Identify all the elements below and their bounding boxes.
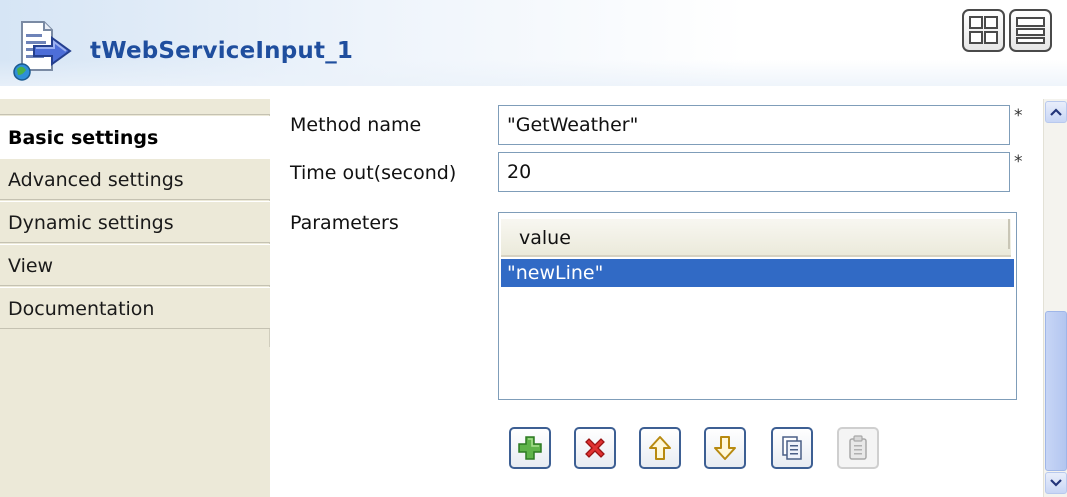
tab-advanced-settings[interactable]: Advanced settings — [0, 158, 270, 200]
move-up-button[interactable] — [639, 427, 681, 469]
web-service-input-icon — [13, 21, 72, 81]
tab-panel-top — [0, 99, 270, 115]
add-button[interactable] — [509, 427, 551, 469]
tab-view[interactable]: View — [0, 244, 270, 286]
copy-button[interactable] — [771, 427, 813, 469]
tab-panel-empty-area — [0, 347, 270, 497]
parameters-label: Parameters — [290, 212, 399, 234]
timeout-label: Time out(second) — [290, 162, 457, 184]
tab-dynamic-settings[interactable]: Dynamic settings — [0, 201, 270, 243]
tab-basic-settings[interactable]: Basic settings — [0, 116, 270, 158]
move-down-button[interactable] — [704, 427, 746, 469]
table-header-value[interactable]: value — [501, 219, 1011, 257]
tab-documentation[interactable]: Documentation — [0, 287, 270, 329]
list-layout-button[interactable] — [1009, 9, 1052, 52]
scroll-down-button[interactable] — [1045, 472, 1067, 494]
component-title: tWebServiceInput_1 — [90, 38, 354, 64]
copy-icon — [782, 436, 802, 460]
method-name-field[interactable]: "GetWeather" — [498, 105, 1010, 145]
component-header: tWebServiceInput_1 — [0, 0, 1067, 86]
table-row[interactable]: "newLine" — [501, 259, 1014, 287]
scrollbar-thumb[interactable] — [1045, 311, 1067, 471]
method-name-required-marker: * — [1014, 106, 1023, 126]
settings-tab-panel: Basic settings Advanced settings Dynamic… — [0, 99, 270, 497]
move-down-icon — [714, 436, 736, 460]
grid-layout-icon — [969, 16, 998, 44]
parameters-table[interactable]: value "newLine" — [498, 212, 1017, 400]
list-layout-icon — [1016, 17, 1045, 44]
paste-button[interactable] — [837, 427, 879, 469]
column-separator[interactable] — [1008, 219, 1010, 249]
timeout-required-marker: * — [1014, 152, 1023, 172]
vertical-scrollbar[interactable] — [1043, 99, 1067, 497]
delete-icon — [585, 438, 605, 458]
grid-layout-button[interactable] — [962, 9, 1005, 52]
move-up-icon — [649, 436, 671, 460]
add-icon — [518, 436, 542, 460]
timeout-field[interactable]: 20 — [498, 152, 1010, 192]
method-name-label: Method name — [290, 114, 422, 136]
chevron-down-icon — [1050, 479, 1062, 487]
chevron-up-icon — [1050, 108, 1062, 116]
paste-icon — [849, 435, 867, 460]
scroll-up-button[interactable] — [1045, 101, 1067, 123]
delete-button[interactable] — [574, 427, 616, 469]
